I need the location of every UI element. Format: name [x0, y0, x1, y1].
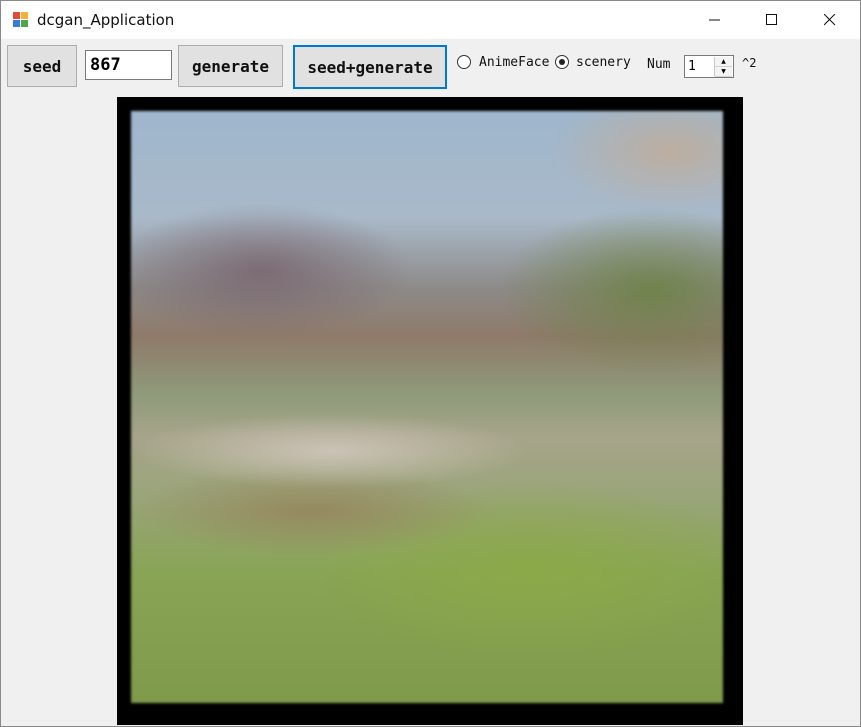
- close-icon: [824, 14, 836, 26]
- seed-input[interactable]: 867: [85, 50, 172, 80]
- num-value[interactable]: 1: [688, 59, 696, 74]
- radio-animeface-label[interactable]: AnimeFace: [479, 55, 549, 70]
- num-label: Num: [647, 57, 671, 72]
- chevron-up-icon[interactable]: ▲: [715, 57, 732, 67]
- radio-scenery[interactable]: [555, 55, 569, 69]
- minimize-icon: [709, 19, 720, 21]
- app-icon: [13, 12, 29, 28]
- generated-scenery-image: [131, 111, 723, 703]
- radio-scenery-label[interactable]: scenery: [576, 55, 631, 70]
- num-suffix: ^2: [742, 56, 757, 70]
- spin-buttons[interactable]: ▲ ▼: [714, 57, 732, 77]
- close-button[interactable]: [801, 1, 859, 39]
- seed-generate-button[interactable]: seed+generate: [293, 45, 447, 89]
- maximize-button[interactable]: [743, 1, 801, 39]
- seed-button[interactable]: seed: [7, 45, 77, 87]
- generated-image-frame: [117, 97, 743, 725]
- title-bar[interactable]: dcgan_Application: [1, 1, 860, 39]
- generate-button[interactable]: generate: [178, 45, 283, 87]
- minimize-button[interactable]: [686, 1, 744, 39]
- chevron-down-icon[interactable]: ▼: [715, 67, 732, 77]
- maximize-icon: [766, 14, 777, 25]
- radio-animeface[interactable]: [457, 55, 471, 69]
- window-title: dcgan_Application: [37, 11, 175, 29]
- num-stepper[interactable]: 1 ▲ ▼: [684, 55, 734, 78]
- app-window: dcgan_Application seed 867 generate seed…: [0, 0, 861, 727]
